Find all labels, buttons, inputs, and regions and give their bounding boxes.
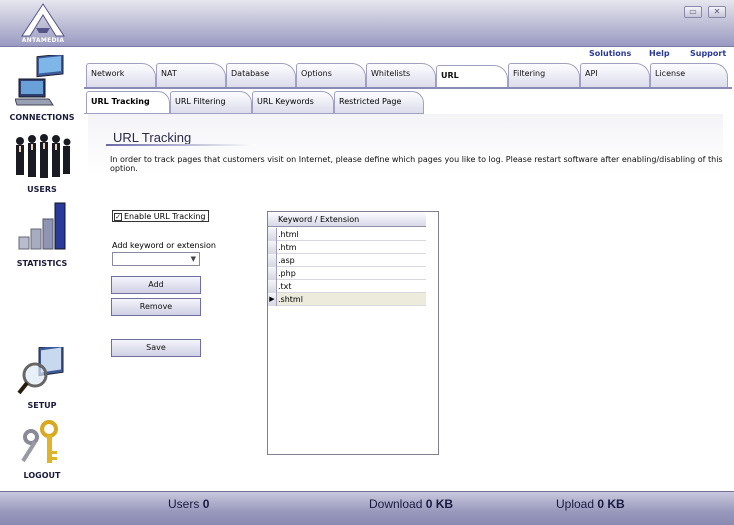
sidebar-item-setup[interactable]: SETUP	[2, 343, 82, 410]
tab-filtering[interactable]: Filtering	[508, 63, 580, 87]
users-value: 0	[202, 497, 210, 511]
sidebar-item-logout[interactable]: LOGOUT	[2, 419, 82, 480]
grid-cell: .php	[278, 269, 296, 278]
checkbox-check-icon[interactable]: ✓	[114, 212, 122, 221]
users-stat: Users 0	[168, 497, 209, 511]
description-text: In order to track pages that customers v…	[110, 155, 723, 173]
table-row[interactable]: .html	[268, 228, 426, 241]
tab-divider	[84, 87, 732, 89]
logo-a-icon	[21, 3, 65, 37]
sidebar-item-users[interactable]: USERS	[2, 133, 82, 194]
users-label: Users	[168, 497, 200, 511]
upload-value: 0 KB	[597, 497, 625, 511]
tab-license[interactable]: License	[650, 63, 728, 87]
subtab-restricted-page[interactable]: Restricted Page	[334, 91, 424, 113]
subtab-url-keywords[interactable]: URL Keywords	[252, 91, 334, 113]
close-button[interactable]: ✕	[708, 6, 726, 18]
keys-icon	[21, 420, 58, 463]
grid-cell: .htm	[278, 243, 297, 252]
tab-network[interactable]: Network	[86, 63, 156, 87]
title-bar: ANTAMEDIA ▭ ✕	[0, 0, 734, 47]
add-button[interactable]: Add	[111, 276, 201, 294]
download-value: 0 KB	[425, 497, 454, 511]
subtab-url-tracking[interactable]: URL Tracking	[86, 91, 170, 113]
sidebar-item-statistics[interactable]: STATISTICS	[2, 201, 82, 268]
solutions-link[interactable]: Solutions	[589, 49, 631, 58]
table-row[interactable]: .asp	[268, 254, 426, 267]
bar-chart-icon	[18, 202, 66, 250]
save-button[interactable]: Save	[111, 339, 201, 357]
download-stat: Download 0 KB	[369, 497, 453, 511]
close-icon: ✕	[713, 7, 721, 16]
subtab-url-filtering[interactable]: URL Filtering	[170, 91, 252, 113]
support-link[interactable]: Support	[690, 49, 726, 58]
row-header[interactable]	[268, 228, 277, 241]
table-row[interactable]: .php	[268, 267, 426, 280]
grid-cell: .html	[278, 230, 299, 239]
grid-cell: .asp	[278, 256, 295, 265]
status-bar: Users 0 Download 0 KB Upload 0 KB	[0, 491, 734, 525]
table-row[interactable]: .txt	[268, 280, 426, 293]
sidebar-item-label: SETUP	[27, 401, 57, 410]
remove-button[interactable]: Remove	[111, 298, 201, 316]
row-header[interactable]	[268, 280, 277, 293]
title-underline	[106, 144, 256, 146]
upload-label: Upload	[556, 497, 595, 511]
checkbox-label: Enable URL Tracking	[124, 212, 206, 221]
tab-whitelists[interactable]: Whitelists	[366, 63, 436, 87]
grid-cell: .txt	[278, 282, 292, 291]
sidebar: CONNECTIONS USERS STATISTICS SETUP LOGOU…	[0, 47, 84, 491]
tab-database[interactable]: Database	[226, 63, 296, 87]
magnifier-monitor-icon	[17, 343, 64, 395]
sidebar-item-connections[interactable]: CONNECTIONS	[2, 53, 82, 122]
keyword-combobox[interactable]: ▼	[112, 252, 200, 266]
users-icon	[16, 134, 71, 178]
tab-options[interactable]: Options	[296, 63, 366, 87]
table-row[interactable]: .htm	[268, 241, 426, 254]
upload-stat: Upload 0 KB	[556, 497, 625, 511]
minimize-icon: ▭	[689, 7, 697, 16]
tab-nat[interactable]: NAT	[156, 63, 226, 87]
sidebar-item-label: USERS	[27, 185, 57, 194]
row-header[interactable]	[268, 254, 277, 267]
sidebar-item-label: CONNECTIONS	[9, 113, 75, 122]
grid-cell: .shtml	[278, 295, 303, 304]
keyword-label: Add keyword or extension	[112, 241, 216, 250]
sidebar-item-label: LOGOUT	[23, 471, 61, 480]
enable-url-tracking-checkbox[interactable]: ✓ Enable URL Tracking	[112, 210, 209, 222]
antamedia-logo: ANTAMEDIA	[16, 2, 70, 44]
page-title: URL Tracking	[113, 130, 192, 145]
tab-api[interactable]: API	[580, 63, 650, 87]
table-row-selected[interactable]: ▶ .shtml	[268, 293, 426, 306]
row-header[interactable]	[268, 241, 277, 254]
download-label: Download	[369, 497, 423, 511]
logo-brand-text: ANTAMEDIA	[21, 37, 65, 44]
sidebar-item-label: STATISTICS	[16, 259, 68, 268]
minimize-button[interactable]: ▭	[684, 6, 702, 18]
row-pointer-icon[interactable]: ▶	[268, 293, 277, 306]
keyword-grid[interactable]: Keyword / Extension .html .htm .asp .php…	[267, 211, 439, 455]
row-header[interactable]	[268, 267, 277, 280]
tab-url[interactable]: URL	[436, 65, 508, 87]
grid-header[interactable]: Keyword / Extension	[268, 213, 426, 227]
help-link[interactable]: Help	[649, 49, 670, 58]
chevron-down-icon[interactable]: ▼	[191, 255, 196, 263]
computer-icon	[14, 53, 64, 106]
